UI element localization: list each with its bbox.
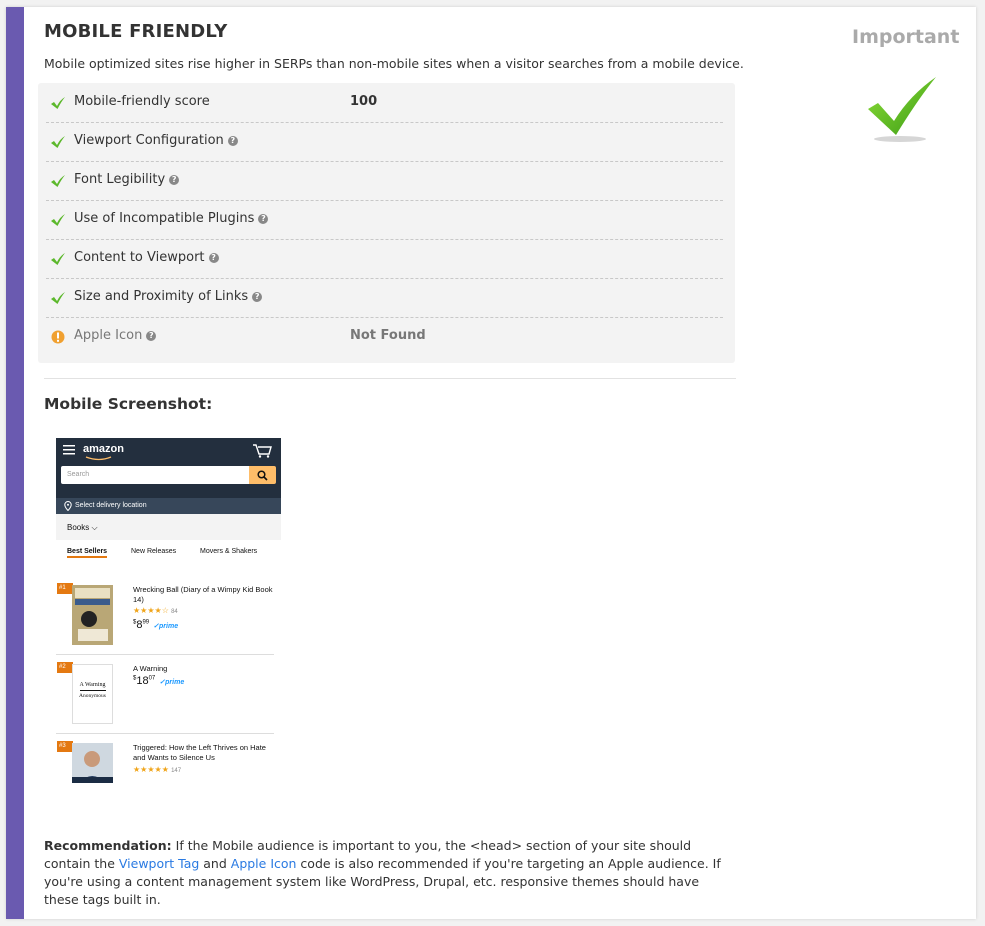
check-row: Use of Incompatible Plugins? [46,200,723,240]
help-icon[interactable]: ? [258,214,269,224]
star-rating: ★★★★☆ 84 [133,606,178,615]
check-icon [51,175,65,187]
check-row: Font Legibility? [46,161,723,201]
book-cover-image [72,585,113,645]
price: $899✓prime [133,619,179,631]
help-icon[interactable]: ? [227,136,238,146]
help-icon[interactable]: ? [252,292,263,302]
check-label: Content to Viewport? [74,250,219,265]
phone-delivery-bar: Select delivery location [56,498,281,514]
check-label: Mobile-friendly score [74,94,210,109]
phone-tabs: Best Sellers New Releases Movers & Shake… [56,544,281,564]
rank-badge: #1 [57,583,73,594]
check-row: Size and Proximity of Links? [46,278,723,318]
help-icon[interactable]: ? [208,253,219,263]
star-rating: ★★★★★ 147 [133,765,182,774]
phone-tab-new-releases: New Releases [131,548,177,555]
check-icon [51,292,65,304]
price: $1807✓prime [133,675,185,687]
check-label: Size and Proximity of Links? [74,289,263,304]
viewport-tag-link[interactable]: Viewport Tag [119,856,199,871]
book-title: Wrecking Ball (Diary of a Wimpy Kid Book… [133,585,273,604]
rank-badge: #3 [57,741,73,752]
menu-icon [63,445,75,455]
check-label: Font Legibility? [74,172,180,187]
search-icon [257,470,268,481]
item-divider [56,733,274,734]
book-cover-image [72,743,113,783]
mobile-friendly-card: MOBILE FRIENDLY Mobile optimized sites r… [6,7,976,919]
check-label: Apple Icon? [74,328,157,343]
phone-header: amazon Search [56,438,281,498]
divider [44,378,736,379]
check-icon [51,253,65,265]
accent-bar [6,7,24,919]
check-row: Viewport Configuration? [46,122,723,162]
check-row: Apple Icon? Not Found [46,317,723,356]
mobile-screenshot: amazon Search Select delivery location B… [56,438,281,783]
apple-icon-link[interactable]: Apple Icon [231,856,297,871]
book-cover-image: A Warning Anonymous [72,664,113,724]
check-icon [51,214,65,226]
checks-panel: Mobile-friendly score 100 Viewport Configu… [38,83,735,363]
check-row: Content to Viewport? [46,239,723,279]
recommendation: Recommendation: If the Mobile audience i… [44,838,721,907]
phone-tab-movers: Movers & Shakers [200,548,258,555]
phone-search-button [249,466,276,484]
cart-icon [253,444,272,458]
rank-badge: #2 [57,662,73,673]
location-pin-icon [64,501,72,511]
check-icon [51,97,65,109]
check-row: Mobile-friendly score 100 [46,83,723,123]
check-label: Use of Incompatible Plugins? [74,211,269,226]
phone-search-input: Search [61,466,249,484]
amazon-smile-icon [85,456,112,461]
phone-category: Books ⌵ [56,514,281,540]
book-title: Triggered: How the Left Thrives on Hate … [133,743,266,762]
help-icon[interactable]: ? [169,175,180,185]
check-label: Viewport Configuration? [74,133,238,148]
item-divider [56,654,274,655]
help-icon[interactable]: ? [146,331,157,341]
check-value: Not Found [350,328,426,343]
mobile-screenshot-title: Mobile Screenshot: [44,395,213,413]
check-icon [51,136,65,148]
warning-icon [51,330,65,344]
importance-label: Important [852,26,960,48]
section-description: Mobile optimized sites rise higher in SE… [44,56,744,71]
phone-tab-best-sellers: Best Sellers [67,548,108,558]
check-icon [868,77,936,142]
section-title: MOBILE FRIENDLY [44,21,228,42]
book-title: A Warning [133,664,168,673]
amazon-logo: amazon [83,443,124,455]
check-value: 100 [350,94,378,109]
